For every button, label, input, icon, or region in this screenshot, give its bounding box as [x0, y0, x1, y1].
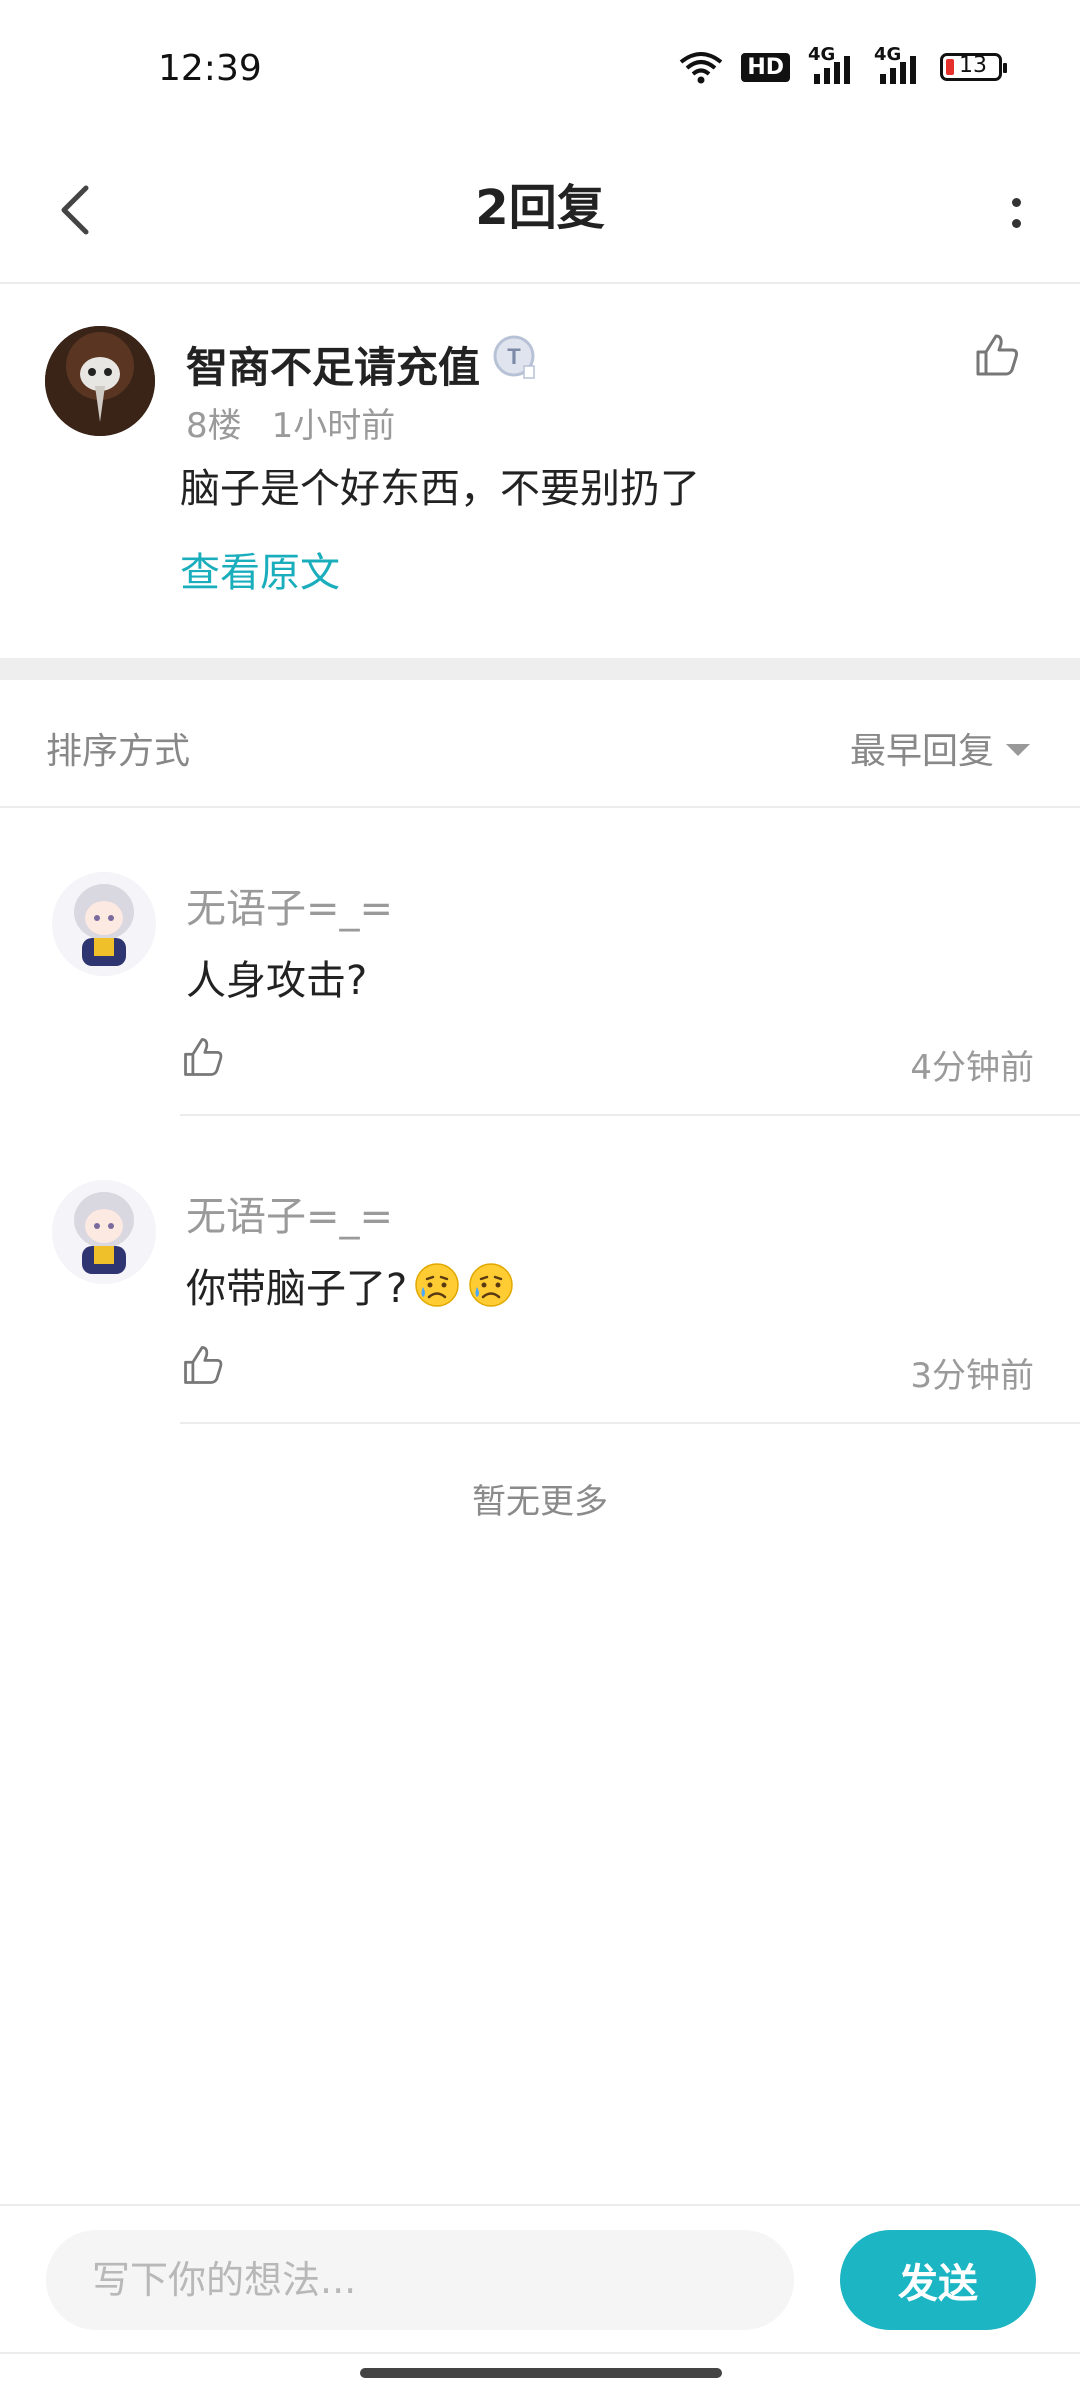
avatar-image: [45, 326, 155, 436]
comment-input[interactable]: [46, 2230, 794, 2330]
more-options-button[interactable]: [986, 178, 1046, 248]
comment-content: 脑子是个好东西，不要别扔了: [180, 466, 700, 512]
reply-content: 你带脑子了?: [186, 1256, 515, 1314]
more-dot: [1011, 198, 1021, 207]
comment-input-bar: 发送: [0, 2204, 1080, 2356]
floor-number: 8楼: [186, 406, 242, 446]
avatar[interactable]: [52, 1180, 156, 1284]
username[interactable]: 智商不足请充值: [186, 334, 480, 395]
reply-content: 人身攻击?: [186, 948, 367, 1006]
reply-item: 无语子=_= 人身攻击? 4分钟前: [0, 808, 1080, 1116]
divider: [180, 1422, 1080, 1424]
thumbs-up-icon[interactable]: [180, 1034, 226, 1080]
sort-label: 排序方式: [46, 731, 191, 772]
status-time: 12:39: [158, 48, 262, 89]
sort-dropdown[interactable]: 最早回复: [850, 722, 1030, 774]
divider: [0, 2352, 1080, 2354]
header: 2回复: [0, 140, 1080, 284]
status-icons: HD 4G 4G 13: [679, 44, 1007, 84]
sad-sweat-emoji-icon: [415, 1263, 459, 1307]
view-original-link[interactable]: 查看原文: [180, 540, 340, 598]
reply-username[interactable]: 无语子=_=: [186, 876, 393, 934]
reply-time: 4分钟前: [910, 1048, 1034, 1088]
no-more-label: 暂无更多: [472, 1482, 608, 1522]
thumbs-up-icon[interactable]: [180, 1342, 226, 1388]
page-title: 2回复: [475, 180, 605, 236]
comment-meta: 8楼 1小时前: [186, 398, 395, 447]
reply-time: 3分钟前: [910, 1356, 1034, 1396]
battery-icon: 13: [940, 53, 1007, 81]
sort-selected-value: 最早回复: [849, 731, 994, 772]
signal-4g-icon: 4G: [808, 44, 856, 84]
avatar-image: [52, 1180, 156, 1284]
reply-text: 你带脑子了?: [186, 1266, 408, 1312]
home-indicator[interactable]: [360, 2368, 722, 2378]
hd-icon: HD: [741, 52, 790, 82]
comment-time: 1小时前: [271, 406, 396, 446]
signal-4g-icon: 4G: [874, 44, 922, 84]
thumbs-up-icon[interactable]: [972, 330, 1022, 380]
reply-username[interactable]: 无语子=_=: [186, 1184, 393, 1242]
avatar[interactable]: [52, 872, 156, 976]
more-dot: [1011, 219, 1021, 228]
level-badge-icon: T: [493, 335, 535, 379]
avatar[interactable]: [45, 326, 155, 436]
send-button[interactable]: 发送: [840, 2230, 1036, 2330]
status-bar: 12:39 HD 4G 4G 13: [0, 0, 1080, 140]
reply-item: 无语子=_= 你带脑子了? 3分钟前: [0, 1116, 1080, 1424]
sort-bar: 排序方式 最早回复: [0, 680, 1080, 808]
wifi-icon: [680, 52, 723, 84]
section-divider: [0, 658, 1080, 680]
original-comment: 智商不足请充值 T 8楼 1小时前 脑子是个好东西，不要别扔了 查看原文: [0, 284, 1080, 656]
sad-sweat-emoji-icon: [469, 1263, 513, 1307]
caret-down-icon: [1006, 744, 1030, 756]
reply-text: 人身攻击?: [186, 958, 368, 1004]
svg-text:T: T: [507, 344, 521, 369]
avatar-image: [52, 872, 156, 976]
